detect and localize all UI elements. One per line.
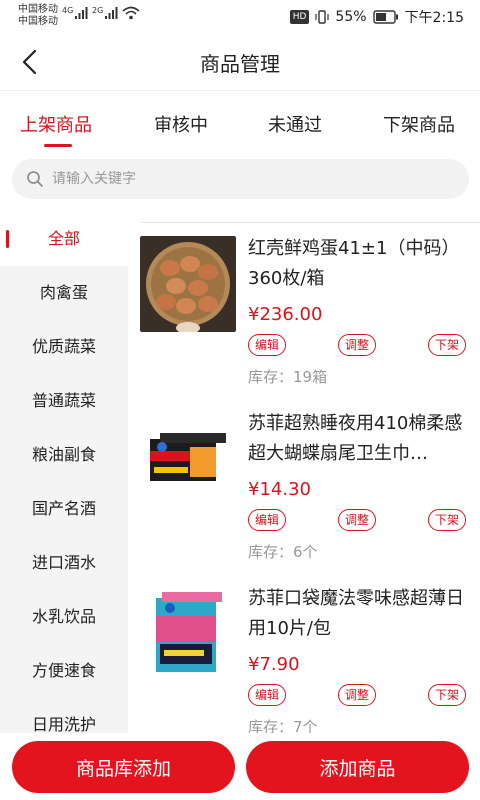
product-stock: 库存：19箱 bbox=[248, 368, 328, 386]
category-domestic-liquor[interactable]: 国产名酒 bbox=[0, 482, 128, 536]
adjust-button[interactable]: 调整 bbox=[338, 684, 377, 706]
active-tab-indicator bbox=[44, 144, 72, 147]
product-price: ¥236.00 bbox=[248, 304, 323, 325]
adjust-button[interactable]: 调整 bbox=[338, 334, 377, 356]
carrier-2: 中国移动 bbox=[18, 16, 58, 27]
edit-button[interactable]: 编辑 bbox=[248, 684, 287, 706]
category-label: 国产名酒 bbox=[31, 499, 96, 518]
off-shelf-button[interactable]: 下架 bbox=[428, 334, 467, 356]
battery-icon bbox=[372, 10, 398, 24]
signal-2-icon bbox=[105, 7, 118, 19]
category-label: 全部 bbox=[47, 229, 80, 248]
product-price: ¥7.90 bbox=[248, 654, 300, 675]
edit-button[interactable]: 编辑 bbox=[248, 509, 287, 531]
adjust-button[interactable]: 调整 bbox=[338, 509, 377, 531]
product-stock: 库存：6个 bbox=[248, 543, 318, 561]
product-image-eggs bbox=[140, 236, 236, 332]
product-item[interactable]: 苏菲超熟睡夜用410棉柔感超大蝴蝶扇尾卫生巾… ¥14.30 编辑 调整 下架 … bbox=[128, 387, 480, 561]
category-label: 日用洗护 bbox=[31, 715, 96, 734]
page-title: 商品管理 bbox=[200, 52, 280, 76]
nav-bar: 商品管理 bbox=[0, 34, 480, 90]
status-right: HD 55% 下午2:15 bbox=[289, 7, 464, 27]
tab-on-shelf[interactable]: 上架商品 bbox=[20, 111, 92, 137]
category-regular-vegetables[interactable]: 普通蔬菜 bbox=[0, 374, 128, 428]
active-category-marker bbox=[6, 230, 9, 248]
carrier-labels: 中国移动 中国移动 bbox=[18, 4, 58, 28]
battery-percent: 55% bbox=[335, 9, 367, 25]
product-image-sanitary-pad-pocket bbox=[140, 586, 236, 682]
search-icon bbox=[27, 171, 43, 187]
wifi-icon bbox=[122, 6, 140, 20]
category-all[interactable]: 全部 bbox=[0, 212, 128, 266]
product-item[interactable]: 红壳鲜鸡蛋41±1（中码）360枚/箱 ¥236.00 编辑 调整 下架 库存：… bbox=[128, 212, 480, 386]
product-price: ¥14.30 bbox=[248, 479, 311, 500]
product-name: 苏菲口袋魔法零味感超薄日用10片/包 bbox=[248, 588, 464, 639]
product-name: 红壳鲜鸡蛋41±1（中码）360枚/箱 bbox=[248, 238, 460, 289]
tab-rejected[interactable]: 未通过 bbox=[268, 111, 322, 137]
library-add-button[interactable]: 商品库添加 bbox=[12, 741, 235, 793]
search-input[interactable] bbox=[52, 171, 432, 187]
bottom-action-bar: 商品库添加 添加商品 bbox=[0, 733, 480, 800]
category-premium-vegetables[interactable]: 优质蔬菜 bbox=[0, 320, 128, 374]
tab-off-shelf[interactable]: 下架商品 bbox=[383, 111, 455, 137]
category-label: 方便速食 bbox=[31, 661, 96, 680]
category-sidebar: 全部 肉禽蛋 优质蔬菜 普通蔬菜 粮油副食 国产名酒 进口酒水 水乳饮品 方便速… bbox=[0, 212, 128, 752]
carrier-1: 中国移动 bbox=[18, 4, 58, 15]
status-bar: 中国移动 中国移动 4G 2G HD 55% 下午2:15 bbox=[0, 0, 480, 34]
category-grain-oil[interactable]: 粮油副食 bbox=[0, 428, 128, 482]
add-product-button[interactable]: 添加商品 bbox=[246, 741, 469, 793]
category-meat-poultry-eggs[interactable]: 肉禽蛋 bbox=[0, 266, 128, 320]
signal-1-label: 4G bbox=[62, 6, 74, 15]
category-label: 普通蔬菜 bbox=[31, 391, 96, 410]
off-shelf-button[interactable]: 下架 bbox=[428, 509, 467, 531]
category-label: 粮油副食 bbox=[31, 445, 96, 464]
category-label: 水乳饮品 bbox=[31, 607, 96, 626]
category-label: 肉禽蛋 bbox=[39, 283, 88, 302]
hd-badge: HD bbox=[289, 10, 310, 24]
product-image-sanitary-pad-night bbox=[140, 411, 236, 507]
off-shelf-button[interactable]: 下架 bbox=[428, 684, 467, 706]
search-bar[interactable] bbox=[12, 159, 469, 199]
category-instant-food[interactable]: 方便速食 bbox=[0, 644, 128, 698]
category-label: 优质蔬菜 bbox=[31, 337, 96, 356]
category-water-dairy[interactable]: 水乳饮品 bbox=[0, 590, 128, 644]
product-name: 苏菲超熟睡夜用410棉柔感超大蝴蝶扇尾卫生巾… bbox=[248, 413, 463, 464]
tab-under-review[interactable]: 审核中 bbox=[154, 111, 208, 137]
product-list: 红壳鲜鸡蛋41±1（中码）360枚/箱 ¥236.00 编辑 调整 下架 库存：… bbox=[128, 212, 480, 752]
edit-button[interactable]: 编辑 bbox=[248, 334, 287, 356]
tab-bar: 上架商品 审核中 未通过 下架商品 bbox=[0, 90, 480, 150]
category-label: 进口酒水 bbox=[31, 553, 96, 572]
clock: 下午2:15 bbox=[404, 10, 464, 26]
product-item[interactable]: 苏菲口袋魔法零味感超薄日用10片/包 ¥7.90 编辑 调整 下架 库存：7个 bbox=[128, 562, 480, 736]
signal-1-icon bbox=[75, 7, 88, 19]
vibrate-icon bbox=[315, 10, 330, 24]
category-imported-drinks[interactable]: 进口酒水 bbox=[0, 536, 128, 590]
signal-2-label: 2G bbox=[92, 6, 104, 15]
